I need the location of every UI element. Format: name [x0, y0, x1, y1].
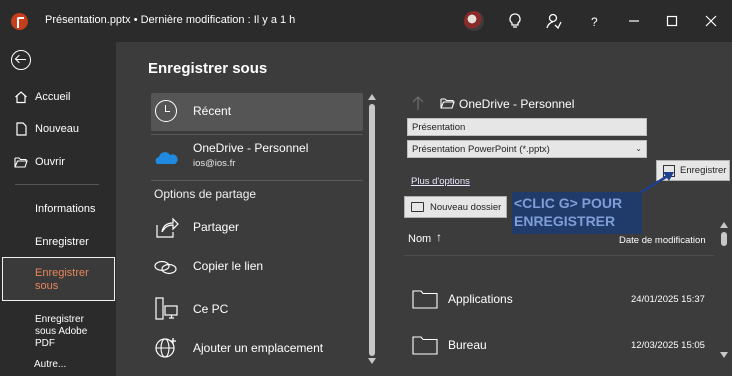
sidebar-item-more[interactable]: Autre...	[0, 358, 116, 374]
column-header-date[interactable]: Date de modification	[619, 235, 706, 246]
filename-input[interactable]: Présentation	[407, 118, 647, 136]
file-date: 24/01/2025 15:37	[631, 294, 705, 305]
folder-icon	[440, 97, 455, 109]
new-document-icon	[14, 122, 28, 136]
maximize-icon[interactable]	[663, 12, 681, 30]
sidebar-item-label: Enregistrer sous	[35, 267, 89, 292]
divider	[151, 180, 363, 181]
sidebar-item-save-as-pdf[interactable]: Enregistrer sous Adobe PDF	[0, 314, 116, 354]
home-icon	[14, 90, 28, 104]
more-options-link[interactable]: Plus d'options	[411, 176, 470, 187]
link-icon	[153, 254, 179, 280]
sidebar-item-label: Nouveau	[35, 123, 80, 135]
globe-add-icon	[153, 335, 179, 361]
close-icon[interactable]	[702, 12, 720, 30]
scroll-up-icon[interactable]	[720, 222, 728, 228]
sharing-options-heading: Options de partage	[154, 187, 257, 201]
divider	[151, 134, 363, 135]
location-label: OneDrive - Personnel	[193, 141, 309, 155]
chevron-down-icon: ⌄	[635, 144, 642, 153]
files-scrollbar[interactable]	[719, 222, 729, 358]
account-email: ios@ios.fr	[193, 158, 236, 169]
file-name: Bureau	[448, 338, 487, 352]
avatar[interactable]	[464, 11, 484, 31]
location-label: Récent	[193, 104, 232, 118]
sidebar-item-label: Autre...	[34, 359, 67, 370]
locations-scrollbar[interactable]	[367, 94, 377, 364]
clock-icon	[155, 100, 177, 122]
location-label: Copier le lien	[193, 259, 264, 273]
new-folder-label: Nouveau dossier	[430, 202, 502, 213]
help-icon[interactable]: ?	[586, 12, 604, 30]
sidebar-item-label: Accueil	[35, 91, 71, 103]
new-folder-button[interactable]: Nouveau dossier	[404, 196, 507, 218]
sidebar-item-info[interactable]: Informations	[0, 200, 116, 222]
minimize-icon[interactable]	[625, 12, 643, 30]
sidebar-divider	[15, 184, 99, 185]
up-arrow-icon[interactable]	[412, 95, 424, 111]
location-recent[interactable]: Récent	[151, 93, 363, 131]
location-label: Ce PC	[193, 302, 229, 316]
sidebar-item-label: Informations	[35, 203, 96, 215]
document-name: Présentation.pptx	[45, 14, 131, 26]
list-item[interactable]: Applications 24/01/2025 15:37	[404, 284, 714, 314]
file-name: Applications	[448, 292, 513, 306]
title-bar: Présentation.pptx • Dernière modificatio…	[0, 0, 732, 42]
sidebar-item-save-as[interactable]: Enregistrer sous	[2, 257, 115, 301]
location-share[interactable]: Partager	[151, 213, 363, 243]
list-item[interactable]: Bureau 12/03/2025 15:05	[404, 330, 714, 360]
sidebar-item-open[interactable]: Ouvrir	[0, 153, 116, 175]
file-format-value: Présentation PowerPoint (*.pptx)	[412, 144, 550, 155]
powerpoint-logo-icon	[11, 13, 28, 30]
save-button-label: Enregistrer	[680, 165, 727, 176]
location-add[interactable]: Ajouter un emplacement	[151, 333, 363, 363]
coauthoring-icon[interactable]	[545, 12, 563, 30]
file-date: 12/03/2025 15:05	[631, 340, 705, 351]
location-copy-link[interactable]: Copier le lien	[151, 252, 363, 282]
sort-ascending-icon[interactable]: ↑	[436, 230, 442, 244]
computer-icon	[153, 296, 179, 322]
location-onedrive[interactable]: OneDrive - Personnel ios@ios.fr	[151, 138, 363, 176]
open-folder-icon	[14, 155, 28, 169]
folder-icon	[412, 335, 438, 355]
column-header-name[interactable]: Nom	[408, 233, 431, 245]
page-title: Enregistrer sous	[148, 60, 268, 77]
location-label: Partager	[193, 220, 240, 234]
onedrive-cloud-icon	[153, 146, 179, 172]
sidebar-item-label: Enregistrer sous Adobe PDF	[35, 314, 88, 349]
tutorial-annotation: <CLIC G> POUR ENREGISTRER	[512, 192, 642, 234]
sidebar-item-home[interactable]: Accueil	[0, 88, 116, 110]
scroll-down-icon[interactable]	[720, 352, 728, 358]
backstage-sidebar: Accueil Nouveau Ouvrir Informations Enre…	[0, 42, 116, 376]
location-this-pc[interactable]: Ce PC	[151, 294, 363, 324]
sidebar-item-new[interactable]: Nouveau	[0, 120, 116, 142]
title-separator: •	[133, 14, 138, 26]
scrollbar-thumb[interactable]	[369, 104, 375, 356]
back-arrow-icon[interactable]	[11, 50, 31, 70]
sidebar-item-label: Enregistrer	[35, 236, 89, 248]
file-format-select[interactable]: Présentation PowerPoint (*.pptx) ⌄	[407, 140, 647, 158]
sidebar-item-save[interactable]: Enregistrer	[0, 233, 116, 255]
lightbulb-icon[interactable]	[506, 12, 524, 30]
scrollbar-thumb[interactable]	[721, 232, 727, 246]
scroll-down-icon[interactable]	[368, 358, 376, 364]
divider	[404, 255, 714, 256]
annotation-line: <CLIC G> POUR	[514, 195, 623, 211]
folder-icon	[412, 289, 438, 309]
save-as-pane: Enregistrer sous Récent OneDrive - Perso…	[116, 42, 732, 376]
annotation-line: ENREGISTRER	[514, 213, 616, 229]
last-modified: Dernière modification : Il y a 1 h	[140, 14, 296, 26]
location-label: Ajouter un emplacement	[193, 341, 324, 355]
svg-text:?: ?	[591, 15, 598, 29]
current-folder-path: OneDrive - Personnel	[459, 97, 575, 111]
sidebar-item-label: Ouvrir	[35, 156, 65, 168]
share-icon	[153, 215, 179, 241]
document-title: Présentation.pptx • Dernière modificatio…	[45, 14, 295, 26]
folder-icon	[411, 202, 424, 212]
scroll-up-icon[interactable]	[368, 94, 376, 100]
